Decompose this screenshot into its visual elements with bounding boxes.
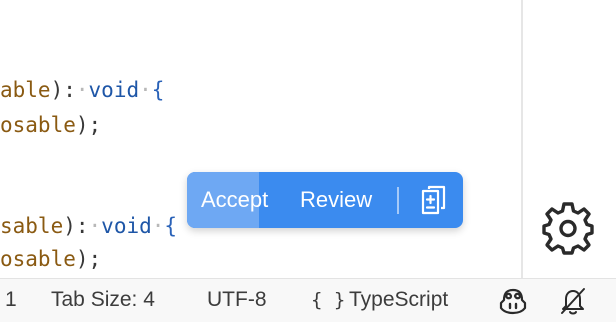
code-token-param: sable <box>0 214 64 238</box>
code-token-keyword: void <box>101 214 152 238</box>
gear-icon <box>542 202 594 255</box>
code-line: sable):·void·{ <box>0 211 177 241</box>
editor-right-divider <box>521 0 523 278</box>
copilot-status-button[interactable] <box>498 287 528 315</box>
inline-chat-toolbar: Accept Review <box>187 172 463 228</box>
whitespace-marker: · <box>139 78 152 102</box>
status-bar: 1 Tab Size: 4 UTF-8 { } TypeScript <box>0 278 616 322</box>
code-token-punctuation: ): <box>63 214 89 238</box>
code-token-param: osable <box>0 247 76 271</box>
status-encoding[interactable]: UTF-8 <box>207 279 267 321</box>
settings-gear-button[interactable] <box>540 200 596 256</box>
code-editor[interactable]: able):·void·{ osable); sable):·void·{ os… <box>0 0 521 278</box>
code-token-brace: { <box>151 78 165 102</box>
code-token-punctuation: ): <box>50 78 76 102</box>
code-token-punctuation: ); <box>75 113 102 137</box>
whitespace-marker: · <box>75 78 89 102</box>
open-diff-button[interactable] <box>417 183 451 217</box>
accept-button[interactable]: Accept <box>201 172 268 228</box>
review-button[interactable]: Review <box>300 172 372 228</box>
code-line: osable); <box>0 110 101 140</box>
whitespace-marker: · <box>151 214 165 238</box>
status-tab-size[interactable]: Tab Size: 4 <box>51 279 155 321</box>
code-token-param: osable <box>0 113 76 137</box>
editor-window: able):·void·{ osable); sable):·void·{ os… <box>0 0 616 322</box>
code-token-brace: { <box>164 214 178 238</box>
code-token-keyword: void <box>88 78 140 102</box>
toolbar-separator <box>397 187 399 214</box>
code-token-punctuation: ); <box>75 247 102 271</box>
copilot-icon <box>499 288 527 315</box>
status-language-mode[interactable]: TypeScript <box>349 279 448 321</box>
notifications-button[interactable] <box>559 286 587 316</box>
code-line: osable); <box>0 244 101 274</box>
bell-slash-icon <box>561 288 585 315</box>
whitespace-marker: · <box>88 214 102 238</box>
language-braces-icon[interactable]: { } <box>311 279 345 321</box>
status-cursor-position[interactable]: 1 <box>5 279 17 321</box>
code-line: able):·void·{ <box>0 75 164 105</box>
code-token-param: able <box>0 78 51 102</box>
diff-editor-icon <box>421 185 446 215</box>
